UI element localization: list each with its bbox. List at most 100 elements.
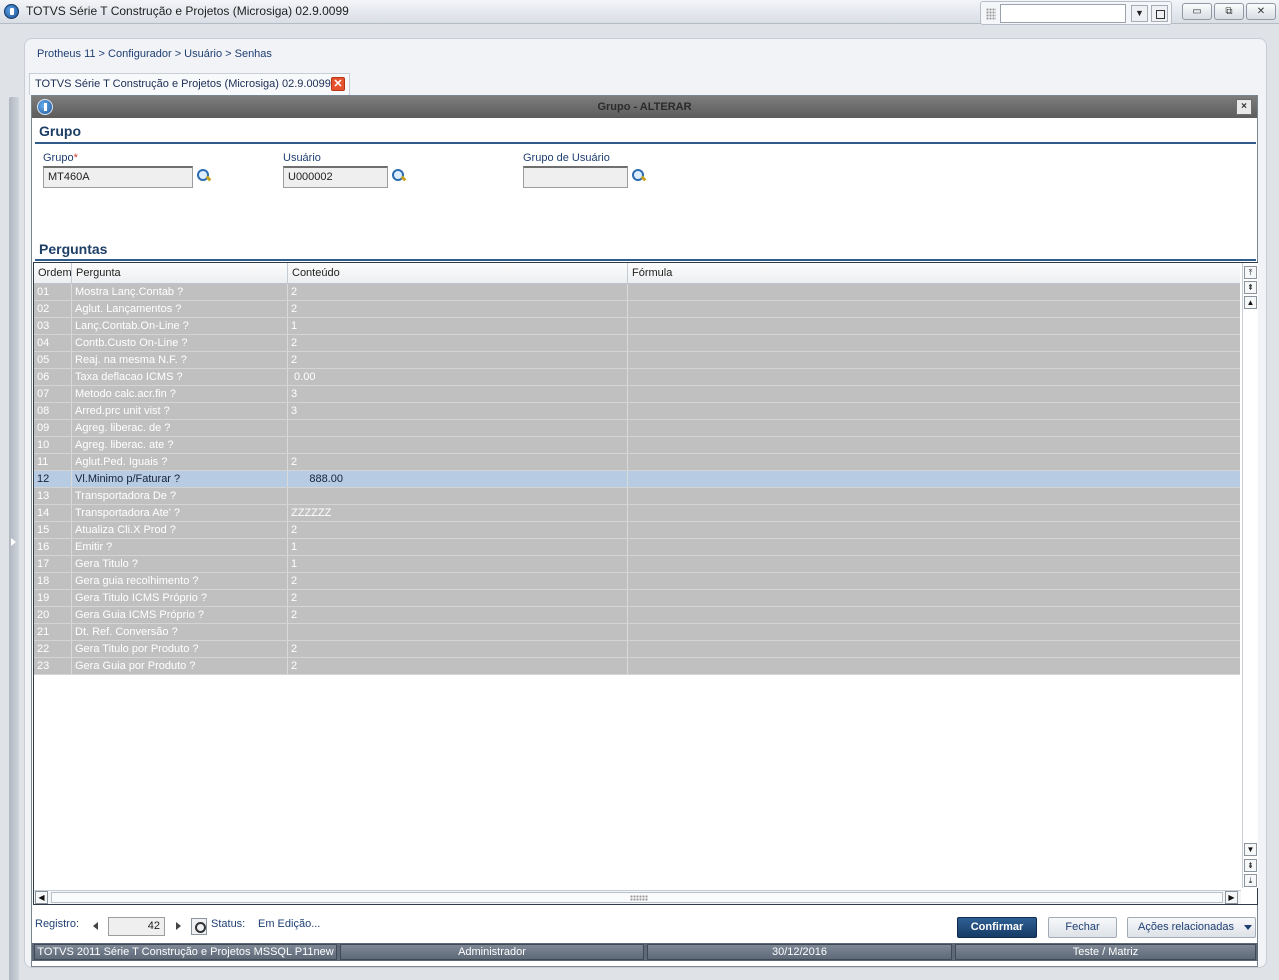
cell-ordem[interactable]: 22 (34, 641, 72, 657)
cell-conteudo[interactable]: 2 (288, 573, 628, 589)
table-row[interactable]: 23 Gera Guia por Produto ? 2 (34, 658, 1240, 675)
cell-ordem[interactable]: 23 (34, 658, 72, 674)
cell-ordem[interactable]: 01 (34, 284, 72, 300)
table-row[interactable]: 06 Taxa deflacao ICMS ? 0.00 (34, 369, 1240, 386)
cell-conteudo[interactable]: 2 (288, 284, 628, 300)
cell-pergunta[interactable]: Reaj. na mesma N.F. ? (72, 352, 288, 368)
restore-button[interactable]: ⧉ (1214, 3, 1244, 20)
cell-ordem[interactable]: 08 (34, 403, 72, 419)
cell-ordem[interactable]: 18 (34, 573, 72, 589)
cell-formula[interactable] (628, 590, 1240, 606)
table-row[interactable]: 20 Gera Guia ICMS Próprio ? 2 (34, 607, 1240, 624)
cell-pergunta[interactable]: Transportadora De ? (72, 488, 288, 504)
cell-ordem[interactable]: 09 (34, 420, 72, 436)
cell-ordem[interactable]: 19 (34, 590, 72, 606)
cell-pergunta[interactable]: Gera Titulo ? (72, 556, 288, 572)
cell-ordem[interactable]: 10 (34, 437, 72, 453)
cell-conteudo[interactable]: ZZZZZZ (288, 505, 628, 521)
confirm-button[interactable]: Confirmar (957, 917, 1037, 938)
cell-pergunta[interactable]: Emitir ? (72, 539, 288, 555)
cell-conteudo[interactable]: 1 (288, 556, 628, 572)
cell-conteudo[interactable]: 2 (288, 658, 628, 674)
cell-formula[interactable] (628, 284, 1240, 300)
cell-pergunta[interactable]: Aglut. Lançamentos ? (72, 301, 288, 317)
cell-pergunta[interactable]: Gera Titulo ICMS Próprio ? (72, 590, 288, 606)
quick-search-dropdown-button[interactable]: ▼ (1131, 5, 1148, 22)
cell-conteudo[interactable]: 2 (288, 352, 628, 368)
table-row[interactable]: 22 Gera Titulo por Produto ? 2 (34, 641, 1240, 658)
cell-ordem[interactable]: 03 (34, 318, 72, 334)
minimize-button[interactable]: ▭ (1182, 3, 1212, 20)
cell-ordem[interactable]: 05 (34, 352, 72, 368)
table-row[interactable]: 10 Agreg. liberac. ate ? (34, 437, 1240, 454)
cell-conteudo[interactable] (288, 624, 628, 640)
cell-conteudo[interactable]: 0.00 (288, 369, 628, 385)
cell-formula[interactable] (628, 420, 1240, 436)
tab-main[interactable]: TOTVS Série T Construção e Projetos (Mic… (29, 73, 350, 95)
cell-formula[interactable] (628, 471, 1240, 487)
cell-formula[interactable] (628, 624, 1240, 640)
grupo-usuario-field[interactable] (523, 166, 628, 188)
grupo-field[interactable]: MT460A (43, 166, 193, 188)
breadcrumb[interactable]: Protheus 11 > Configurador > Usuário > S… (37, 48, 272, 60)
cell-pergunta[interactable]: Agreg. liberac. ate ? (72, 437, 288, 453)
cell-formula[interactable] (628, 573, 1240, 589)
cell-pergunta[interactable]: Arred.prc unit vist ? (72, 403, 288, 419)
column-header-conteudo[interactable]: Conteúdo (288, 263, 628, 284)
cell-pergunta[interactable]: Agreg. liberac. de ? (72, 420, 288, 436)
scroll-up-button[interactable]: ▲ (1244, 296, 1257, 309)
cell-pergunta[interactable]: Lanç.Contab.On-Line ? (72, 318, 288, 334)
cell-ordem[interactable]: 07 (34, 386, 72, 402)
horizontal-scrollbar[interactable]: ◀ ▶ (34, 890, 1241, 904)
cell-pergunta[interactable]: Gera guia recolhimento ? (72, 573, 288, 589)
table-row[interactable]: 13 Transportadora De ? (34, 488, 1240, 505)
cell-pergunta[interactable]: Gera Titulo por Produto ? (72, 641, 288, 657)
usuario-field[interactable]: U000002 (283, 166, 388, 188)
table-row[interactable]: 17 Gera Titulo ? 1 (34, 556, 1240, 573)
cell-ordem[interactable]: 11 (34, 454, 72, 470)
cell-formula[interactable] (628, 539, 1240, 555)
cell-pergunta[interactable]: Transportadora Ate' ? (72, 505, 288, 521)
cell-pergunta[interactable]: Dt. Ref. Conversão ? (72, 624, 288, 640)
scroll-top-button[interactable]: ⤒ (1244, 266, 1257, 279)
cell-formula[interactable] (628, 301, 1240, 317)
tab-close-icon[interactable]: ✕ (331, 77, 345, 91)
cell-pergunta[interactable]: Metodo calc.acr.fin ? (72, 386, 288, 402)
cell-ordem[interactable]: 17 (34, 556, 72, 572)
window-close-button[interactable]: ✕ (1246, 3, 1276, 20)
cell-ordem[interactable]: 02 (34, 301, 72, 317)
table-row[interactable]: 14 Transportadora Ate' ? ZZZZZZ (34, 505, 1240, 522)
cell-conteudo[interactable]: 888.00 (288, 471, 628, 487)
related-actions-button[interactable]: Ações relacionadas (1127, 917, 1256, 938)
quick-search-input[interactable] (1000, 4, 1126, 23)
table-row[interactable]: 21 Dt. Ref. Conversão ? (34, 624, 1240, 641)
cell-formula[interactable] (628, 454, 1240, 470)
grupo-lookup-icon[interactable] (197, 169, 211, 183)
cell-formula[interactable] (628, 369, 1240, 385)
grupo-usuario-lookup-icon[interactable] (632, 169, 646, 183)
next-record-icon[interactable] (176, 922, 181, 930)
horizontal-scroll-thumb[interactable] (51, 892, 1223, 903)
grip-icon[interactable] (986, 8, 996, 20)
cell-pergunta[interactable]: Taxa deflacao ICMS ? (72, 369, 288, 385)
scroll-page-down-button[interactable]: ⇟ (1244, 859, 1257, 872)
cell-ordem[interactable]: 16 (34, 539, 72, 555)
cell-formula[interactable] (628, 607, 1240, 623)
registro-field[interactable]: 42 (108, 917, 165, 936)
cell-ordem[interactable]: 14 (34, 505, 72, 521)
table-row[interactable]: 04 Contb.Custo On-Line ? 2 (34, 335, 1240, 352)
cell-conteudo[interactable]: 2 (288, 641, 628, 657)
table-row[interactable]: 19 Gera Titulo ICMS Próprio ? 2 (34, 590, 1240, 607)
cell-ordem[interactable]: 15 (34, 522, 72, 538)
vertical-scrollbar[interactable]: ⤒ ⇞ ▲ ▼ ⇟ ⤓ (1242, 263, 1258, 888)
cell-formula[interactable] (628, 658, 1240, 674)
scroll-bottom-button[interactable]: ⤓ (1244, 874, 1257, 887)
cell-ordem[interactable]: 12 (34, 471, 72, 487)
cell-conteudo[interactable] (288, 437, 628, 453)
cell-pergunta[interactable]: Contb.Custo On-Line ? (72, 335, 288, 351)
cell-pergunta[interactable]: Vl.Minimo p/Faturar ? (72, 471, 288, 487)
table-row[interactable]: 12 Vl.Minimo p/Faturar ? 888.00 (34, 471, 1240, 488)
cell-pergunta[interactable]: Mostra Lanç.Contab ? (72, 284, 288, 300)
expand-arrow-icon[interactable] (11, 538, 16, 546)
cell-conteudo[interactable]: 3 (288, 386, 628, 402)
